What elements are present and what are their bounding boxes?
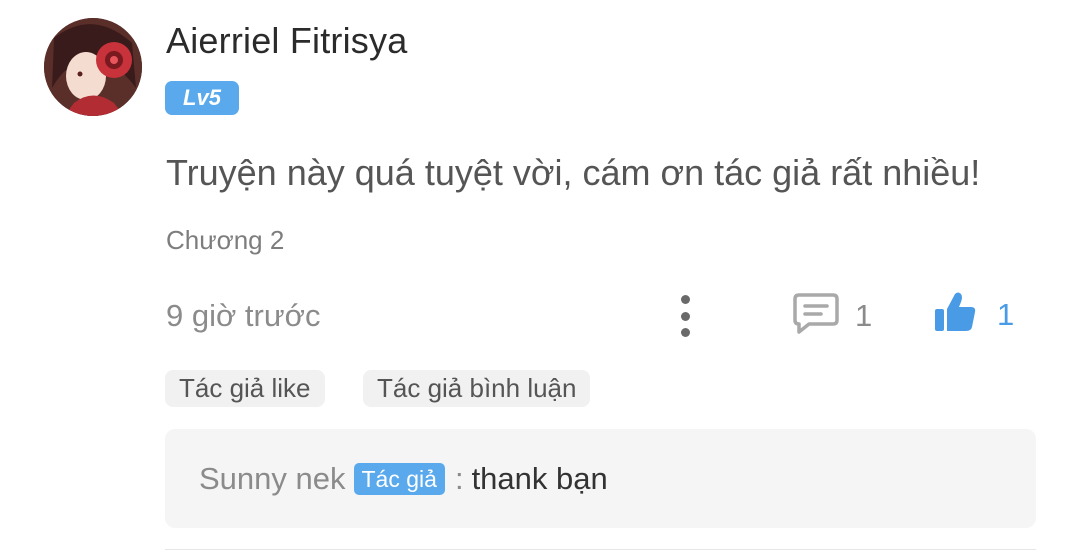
like-button[interactable]: 1 [933, 290, 1014, 339]
author-like-chip[interactable]: Tác giả like [165, 370, 325, 407]
author-tag-badge: Tác giả [353, 463, 445, 495]
level-badge: Lv5 [165, 81, 239, 115]
comment-text: Truyện này quá tuyệt vời, cám ơn tác giả… [166, 152, 981, 193]
username[interactable]: Aierriel Fitrisya [166, 20, 407, 62]
author-reply-chip[interactable]: Tác giả bình luận [363, 370, 591, 407]
thumbs-up-icon [933, 290, 977, 339]
vertical-dots-icon [680, 295, 690, 304]
more-options-button[interactable] [672, 295, 698, 337]
like-count: 1 [997, 296, 1015, 332]
reply-count: 1 [855, 297, 873, 333]
reply-author[interactable]: Sunny nek [199, 461, 346, 497]
reply-text: thank bạn [471, 461, 608, 496]
reply-separator: : [454, 461, 464, 496]
reply-box[interactable]: Sunny nek Tác giả : thank bạn [165, 429, 1036, 528]
chapter-link[interactable]: Chương 2 [166, 225, 284, 256]
reply-line: Sunny nek Tác giả : thank bạn [199, 461, 608, 497]
avatar[interactable] [44, 18, 142, 116]
comment-icon [793, 292, 839, 339]
divider [165, 549, 1036, 550]
timestamp: 9 giờ trước [166, 298, 321, 333]
reply-button[interactable]: 1 [793, 292, 872, 339]
